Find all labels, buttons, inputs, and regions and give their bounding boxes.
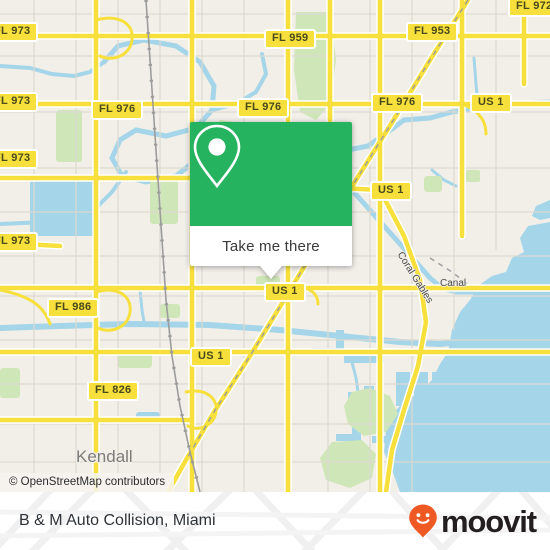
road-shield: FL 976	[371, 93, 424, 113]
osm-attribution[interactable]: © OpenStreetMap contributors	[0, 473, 175, 492]
road-shield: FL 973	[0, 232, 39, 252]
road-shield: US 1	[370, 181, 412, 201]
road-shield: US 1	[264, 282, 306, 302]
map-pin-icon	[193, 124, 241, 189]
road-shield: US 1	[470, 93, 512, 113]
moovit-logo[interactable]: moovit	[408, 503, 537, 539]
road-shield: US 1	[190, 347, 232, 367]
road-shield: FL 986	[47, 298, 100, 318]
moovit-place-card: FL 973 FL 973 FL 973 FL 973 FL 976 FL 95…	[0, 0, 550, 550]
take-me-there-label: Take me there	[222, 237, 320, 255]
road-shield: FL 976	[237, 98, 290, 118]
road-shield: FL 959	[264, 29, 317, 49]
card-pointer-tail	[260, 266, 282, 279]
road-shield: FL 972	[508, 0, 550, 17]
water-label-canal: Canal	[440, 278, 467, 289]
map-canvas[interactable]: FL 973 FL 973 FL 973 FL 973 FL 976 FL 95…	[0, 0, 550, 492]
place-label-kendall: Kendall	[76, 447, 133, 466]
moovit-smiley-pin-icon	[409, 504, 437, 538]
road-shield: FL 953	[406, 22, 459, 42]
road-shield: FL 973	[0, 92, 39, 112]
moovit-wordmark: moovit	[440, 503, 537, 539]
road-shield: FL 973	[0, 149, 39, 169]
footer-bar: B & M Auto Collision, Miami moovit	[0, 492, 550, 550]
card-pin-area	[190, 122, 352, 226]
road-shield: FL 973	[0, 22, 39, 42]
take-me-there-card[interactable]: Take me there	[190, 122, 352, 279]
road-shield: FL 976	[91, 100, 144, 120]
road-shield: FL 826	[87, 381, 140, 401]
card-cta-area[interactable]: Take me there	[190, 226, 352, 266]
place-title: B & M Auto Collision, Miami	[19, 512, 216, 529]
